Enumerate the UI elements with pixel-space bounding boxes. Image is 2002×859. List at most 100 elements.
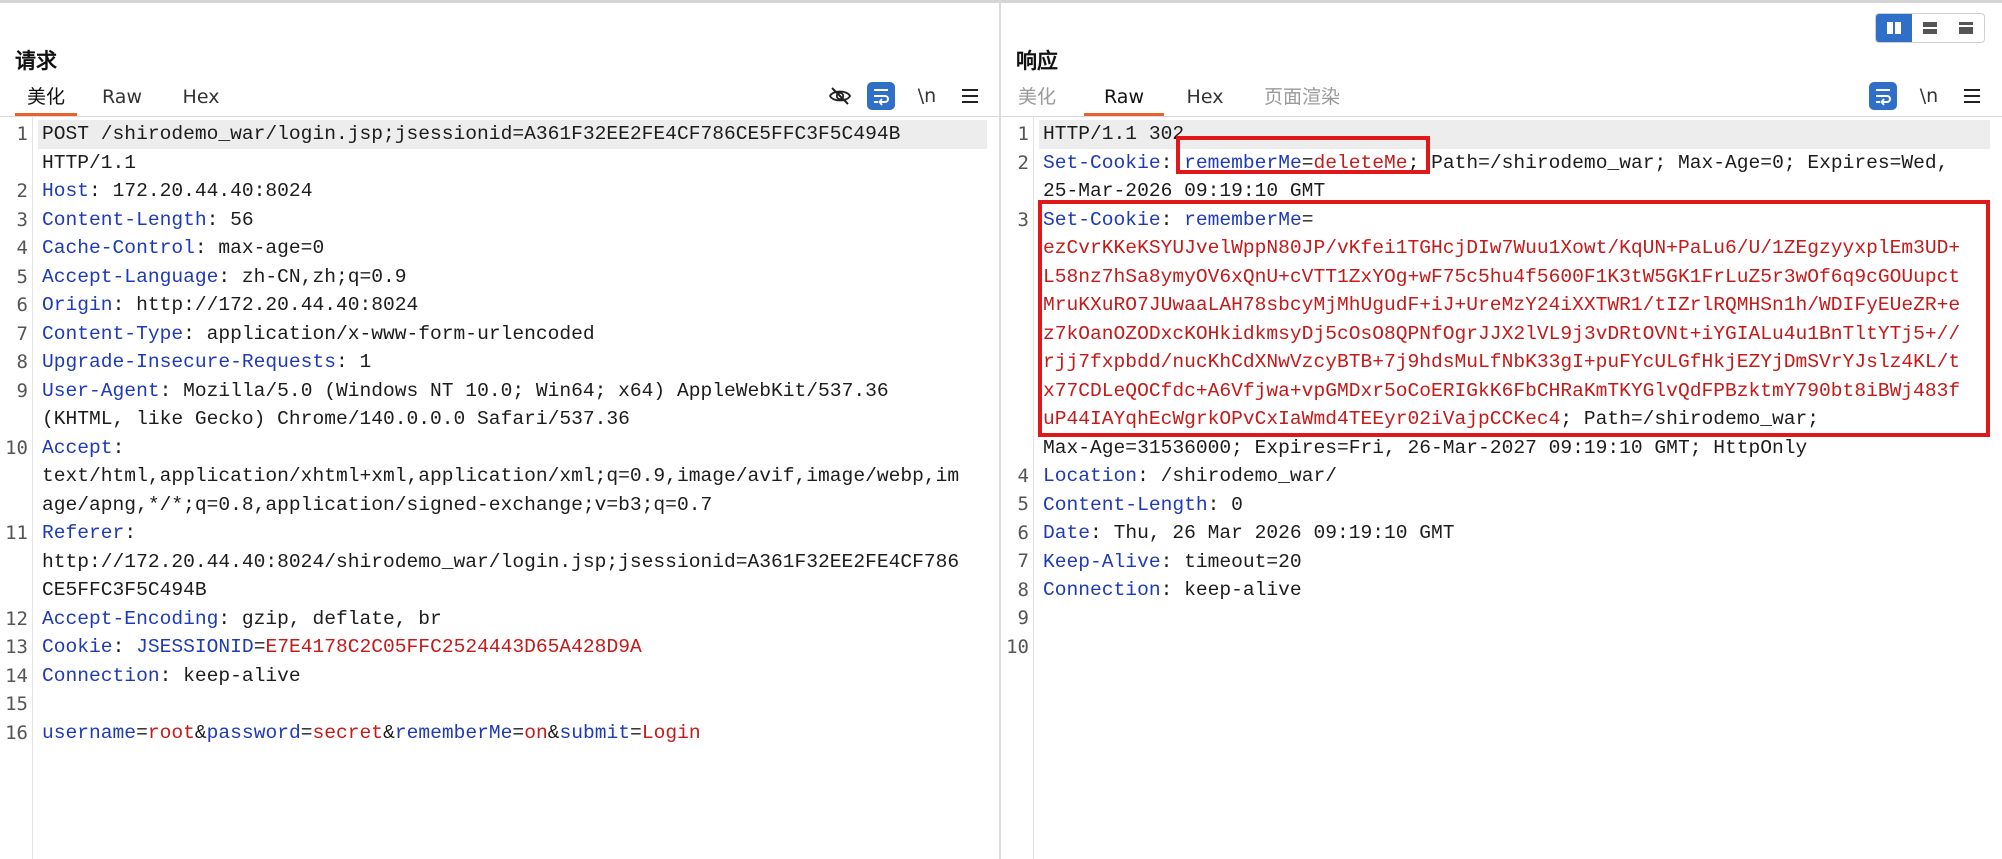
cookie-value: z7kOanOZODxcKOHkidkmsyDj5cOsO8QPNfOgrJJX… — [1043, 322, 1961, 345]
equals-sign: = — [253, 636, 266, 658]
header-value: : — [124, 522, 137, 544]
word-wrap-icon[interactable] — [1869, 82, 1897, 110]
code-line: 25-Mar-2026 09:19:10 GMT — [1043, 177, 1990, 206]
code-line: Host: 172.20.44.40:8024 — [42, 177, 987, 206]
ampersand: & — [194, 721, 207, 744]
header-key: Accept-Language — [42, 265, 219, 288]
header-key: Accept-Encoding — [42, 607, 219, 630]
single-pane-icon[interactable] — [1948, 14, 1984, 42]
header-value: : 0 — [1207, 493, 1243, 516]
cookie-attributes: 25-Mar-2026 09:19:10 GMT — [1043, 180, 1326, 202]
header-key: Date — [1043, 522, 1091, 544]
line-number: 16 — [5, 721, 28, 744]
header-separator: : — [1160, 151, 1185, 174]
line-number: 9 — [16, 379, 28, 402]
status-line: HTTP/1.1 302 — [1043, 123, 1185, 145]
param-value: Login — [641, 721, 701, 744]
line-number: 6 — [1017, 521, 1029, 544]
response-gutter: 1 2 3 4 5 6 7 8 9 10 — [1001, 117, 1034, 859]
line-number: 3 — [16, 208, 28, 231]
equals-sign: = — [136, 721, 148, 744]
request-title: 请求 — [15, 49, 57, 73]
request-editor[interactable]: 1 2 3 4 5 6 7 8 9 10 11 12 13 14 15 16 P… — [0, 117, 999, 859]
line-number: 9 — [1017, 607, 1029, 629]
header-value: : keep-alive — [1160, 579, 1302, 601]
response-editor[interactable]: 1 2 3 4 5 6 7 8 9 10 HTTP/1.1 302 Set-Co… — [1001, 117, 2002, 859]
code-line: HTTP/1.1 302 — [1039, 120, 1990, 149]
response-tab-hex[interactable]: Hex — [1185, 80, 1225, 116]
header-key: Location — [1043, 465, 1138, 487]
newline-label: \n — [917, 85, 937, 107]
line-number: 3 — [1017, 208, 1029, 231]
newline-label: \n — [1919, 85, 1939, 107]
request-tab-pretty[interactable]: 美化 — [15, 80, 77, 116]
header-value: : gzip, deflate, br — [218, 607, 442, 630]
header-key: Content-Length — [42, 208, 207, 231]
code-line: z7kOanOZODxcKOHkidkmsyDj5cOsO8QPNfOgrJJX… — [1043, 320, 1990, 349]
split-horizontal-icon[interactable] — [1912, 14, 1948, 42]
response-tab-pretty[interactable]: 美化 — [1017, 80, 1057, 116]
header-value: text/html,application/xhtml+xml,applicat… — [42, 465, 960, 487]
code-line: Location: /shirodemo_war/ — [1043, 462, 1990, 491]
code-line: Keep-Alive: timeout=20 — [1043, 548, 1990, 577]
code-line: Cookie: JSESSIONID=E7E4178C2C05FFC252444… — [42, 633, 987, 662]
line-number: 10 — [5, 436, 28, 459]
header-value: : keep-alive — [159, 664, 301, 687]
line-number: 1 — [1017, 123, 1029, 145]
newline-icon[interactable]: \n — [913, 82, 941, 110]
eye-slash-icon[interactable] — [826, 82, 854, 110]
newline-icon[interactable]: \n — [1915, 82, 1943, 110]
code-line: Connection: keep-alive — [42, 662, 987, 691]
code-line: Accept-Language: zh-CN,zh;q=0.9 — [42, 263, 987, 292]
response-tab-raw[interactable]: Raw — [1084, 80, 1164, 116]
line-number: 5 — [1017, 493, 1029, 515]
code-line: Accept-Encoding: gzip, deflate, br — [42, 605, 987, 634]
code-line: uP44IAYqhEcWgrkOPvCxIaWmd4TEEyr02iVajpCC… — [1043, 405, 1990, 434]
equals-sign: = — [1301, 151, 1314, 174]
code-line: User-Agent: Mozilla/5.0 (Windows NT 10.0… — [42, 377, 987, 406]
header-value: : timeout=20 — [1160, 550, 1302, 573]
code-line: Date: Thu, 26 Mar 2026 09:19:10 GMT — [1043, 519, 1990, 548]
line-number: 12 — [5, 607, 28, 630]
code-line: rjj7fxpbdd/nucKhCdXNwVzcyBTB+7j9hdsMuLfN… — [1043, 348, 1990, 377]
line-number: 1 — [16, 123, 28, 145]
line-number: 4 — [1017, 464, 1029, 487]
request-tab-raw[interactable]: Raw — [97, 80, 147, 116]
header-value: age/apng,*/*;q=0.8,application/signed-ex… — [42, 493, 713, 516]
code-line: CE5FFC3F5C494B — [42, 576, 987, 605]
line-number: 2 — [16, 180, 28, 202]
param-name: rememberMe — [394, 721, 513, 744]
equals-sign: = — [1301, 208, 1314, 231]
code-line: Max-Age=31536000; Expires=Fri, 26-Mar-20… — [1043, 434, 1990, 463]
menu-icon[interactable] — [1958, 82, 1986, 110]
header-value: CE5FFC3F5C494B — [42, 579, 207, 601]
split-vertical-icon[interactable] — [1876, 14, 1912, 42]
line-number: 10 — [1006, 635, 1029, 658]
cookie-attributes: ; Path=/shirodemo_war; Max-Age=0; Expire… — [1407, 151, 1949, 174]
code-line: http://172.20.44.40:8024/shirodemo_war/l… — [42, 548, 987, 577]
code-line: Set-Cookie: rememberMe= — [1043, 206, 1990, 235]
code-line: Upgrade-Insecure-Requests: 1 — [42, 348, 987, 377]
menu-icon[interactable] — [956, 82, 984, 110]
cookie-name: rememberMe — [1184, 208, 1302, 231]
response-tab-render[interactable]: 页面渲染 — [1263, 80, 1341, 116]
layout-toggle — [1875, 13, 1985, 43]
code-line: text/html,application/xhtml+xml,applicat… — [42, 462, 987, 491]
word-wrap-icon[interactable] — [867, 82, 895, 110]
header-value: : — [112, 436, 125, 459]
code-line: Content-Length: 0 — [1043, 491, 1990, 520]
code-line: Set-Cookie: rememberMe=deleteMe; Path=/s… — [1043, 149, 1990, 178]
header-value: http://172.20.44.40:8024/shirodemo_war/l… — [42, 550, 960, 573]
param-value: secret — [312, 721, 384, 744]
cookie-value: E7E4178C2C05FFC2524443D65A428D9A — [265, 636, 642, 658]
line-number: 5 — [16, 265, 28, 288]
line-number: 7 — [16, 322, 28, 345]
request-tab-hex[interactable]: Hex — [178, 80, 224, 116]
code-line: Connection: keep-alive — [1043, 576, 1990, 605]
ampersand: & — [547, 721, 560, 744]
line-number: 13 — [5, 636, 28, 658]
line-number: 14 — [5, 664, 28, 687]
header-value: : application/x-www-form-urlencoded — [183, 322, 595, 345]
